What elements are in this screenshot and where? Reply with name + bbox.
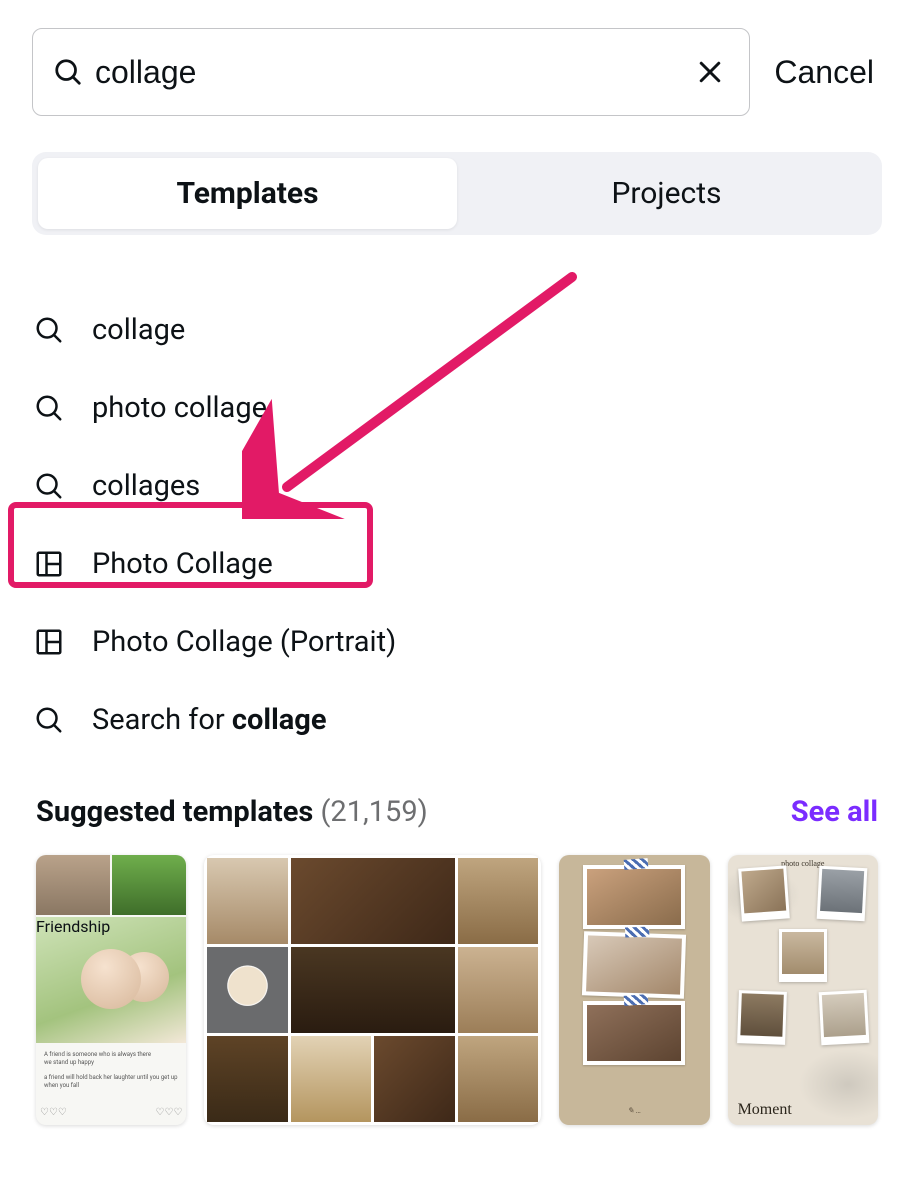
template-thumbnail[interactable] bbox=[204, 855, 541, 1125]
suggestion-photo-collage-type[interactable]: Photo Collage bbox=[32, 525, 882, 603]
suggestion-label: photo collage bbox=[92, 391, 267, 425]
suggestion-label: collages bbox=[92, 469, 200, 503]
suggestion-label: Search for collage bbox=[92, 703, 327, 737]
template-thumbnail[interactable]: Friendship A friend is someone who is al… bbox=[36, 855, 186, 1125]
search-icon bbox=[34, 315, 64, 345]
search-icon bbox=[53, 57, 83, 87]
suggestion-label: collage bbox=[92, 313, 185, 347]
tab-templates[interactable]: Templates bbox=[38, 158, 457, 229]
suggested-templates-count: (21,159) bbox=[321, 795, 428, 829]
suggestion-collages[interactable]: collages bbox=[32, 447, 882, 525]
template-thumbnail[interactable]: ✎ … bbox=[559, 855, 710, 1125]
suggestion-label: Photo Collage bbox=[92, 547, 273, 581]
search-icon bbox=[34, 705, 64, 735]
search-input[interactable] bbox=[83, 54, 695, 91]
search-icon bbox=[34, 471, 64, 501]
collage-icon bbox=[34, 549, 64, 579]
suggested-templates-section: Suggested templates (21,159) See all Fri… bbox=[32, 795, 882, 1145]
segmented-control: Templates Projects bbox=[32, 152, 882, 235]
search-row: Cancel bbox=[32, 28, 882, 116]
cancel-button[interactable]: Cancel bbox=[774, 54, 882, 91]
suggestion-photo-collage-portrait[interactable]: Photo Collage (Portrait) bbox=[32, 603, 882, 681]
search-icon bbox=[34, 393, 64, 423]
suggestion-photo-collage-search[interactable]: photo collage bbox=[32, 369, 882, 447]
suggestion-label: Photo Collage (Portrait) bbox=[92, 625, 396, 659]
suggestion-collage[interactable]: collage bbox=[32, 291, 882, 369]
template-thumbnail[interactable]: photo collage Moment bbox=[728, 855, 878, 1125]
close-icon bbox=[695, 57, 725, 87]
suggested-templates-title: Suggested templates (21,159) bbox=[36, 795, 428, 829]
search-box[interactable] bbox=[32, 28, 750, 116]
template-thumbnails: Friendship A friend is someone who is al… bbox=[36, 855, 878, 1145]
collage-icon bbox=[34, 627, 64, 657]
suggestion-search-for[interactable]: Search for collage bbox=[32, 681, 882, 759]
clear-search-button[interactable] bbox=[695, 57, 725, 87]
tab-projects[interactable]: Projects bbox=[457, 158, 876, 229]
suggestions-list: collage photo collage collages Photo Col… bbox=[32, 291, 882, 759]
see-all-link[interactable]: See all bbox=[791, 795, 878, 829]
